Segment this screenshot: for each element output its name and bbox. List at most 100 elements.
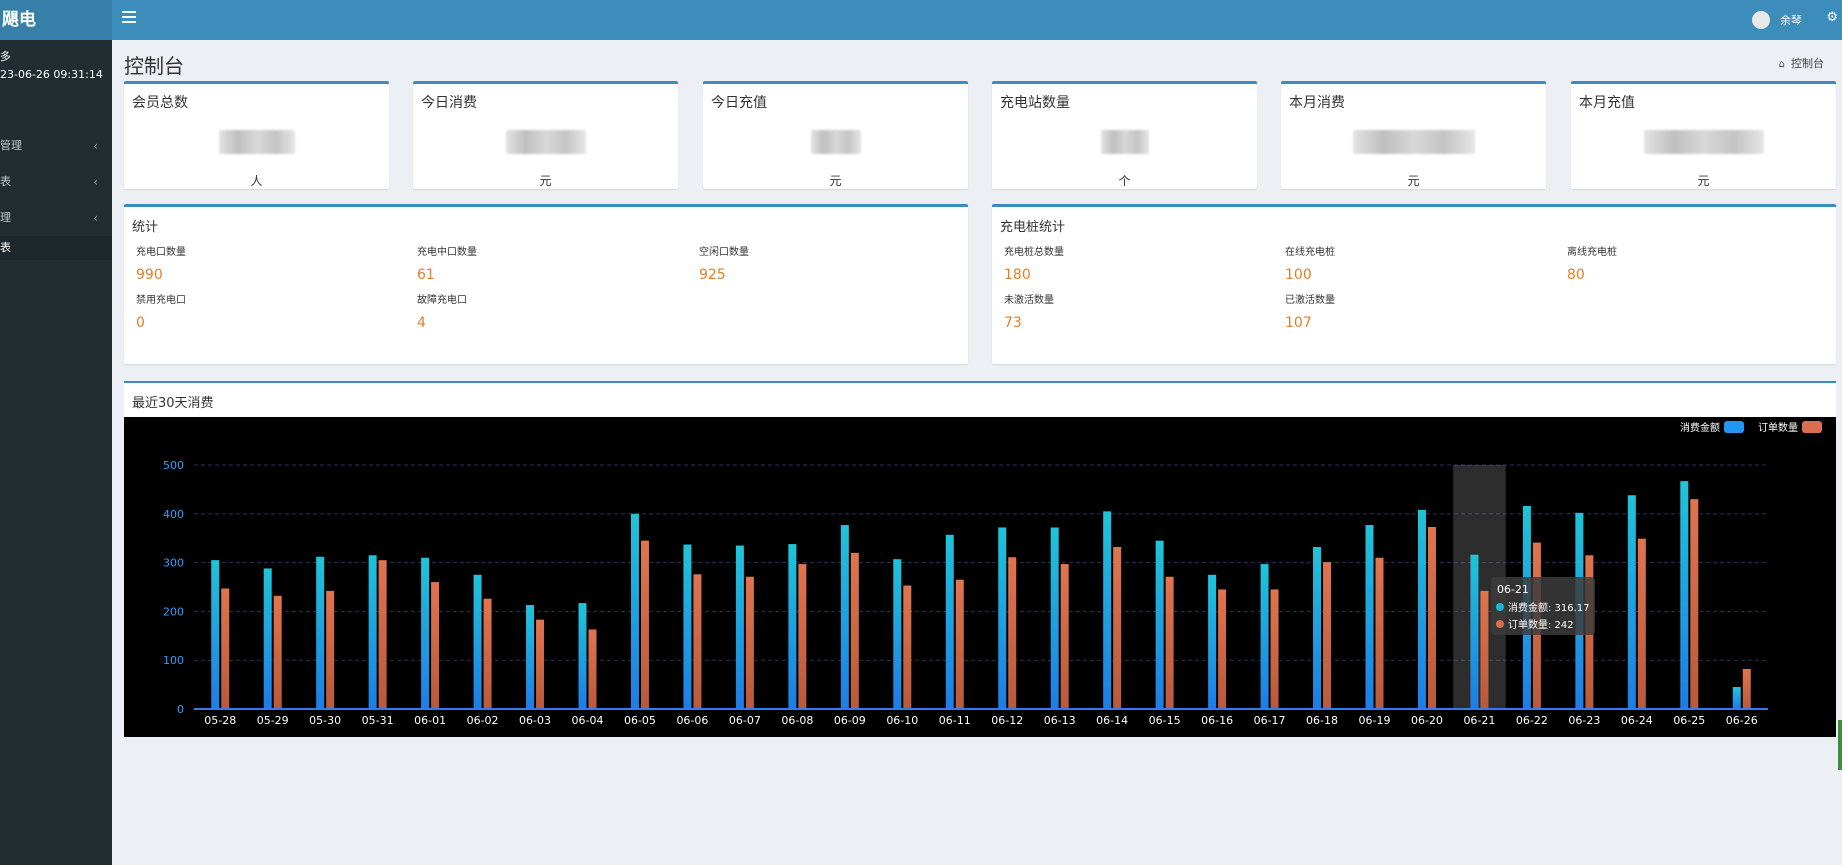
x-tick-label: 06-26: [1726, 714, 1758, 727]
bar-consumption: [263, 568, 272, 709]
brand-logo[interactable]: 飓电: [0, 0, 112, 40]
x-tick-label: 06-02: [467, 714, 499, 727]
x-tick-label: 06-17: [1254, 714, 1286, 727]
tooltip-row: 消费金额: 316.17: [1508, 601, 1590, 614]
bar-orders: [1637, 538, 1646, 709]
stat-value: 990: [136, 267, 163, 283]
x-tick-label: 06-04: [572, 714, 604, 727]
summary-card-unit: 元: [1407, 174, 1420, 188]
stat-item: 充电口数量 990: [136, 243, 186, 283]
stat-value: 925: [699, 267, 726, 283]
bar-orders: [1008, 557, 1017, 709]
bar-consumption: [1680, 481, 1689, 709]
sidebar: 飓电 多 23-06-26 09:31:14 管理 ‹ 表 ‹ 理 ‹ 表: [0, 0, 112, 865]
bar-consumption: [893, 559, 902, 709]
port-stats-panel: 统计 充电口数量 990 充电中口数量 61 空闲口数量 925 禁用充电口 0 故障充…: [124, 204, 968, 364]
bar-orders: [693, 574, 702, 709]
summary-card: 本月消费 元: [1281, 81, 1546, 189]
home-icon[interactable]: ⌂: [1779, 59, 1785, 70]
y-tick-label: 500: [163, 459, 184, 472]
x-tick-label: 05-28: [204, 714, 236, 727]
bar-orders: [1113, 546, 1122, 709]
consumption-chart-panel: 最近30天消费 0 100 200 300 400 500 05-28 05-29 05-30 0…: [124, 381, 1836, 737]
bar-orders: [1270, 589, 1279, 709]
bar-consumption: [1260, 564, 1269, 709]
bar-consumption: [683, 544, 692, 709]
sidebar-item-label: 理: [0, 211, 11, 224]
header-username[interactable]: 余琴: [1780, 12, 1802, 28]
breadcrumb: ⌂ 控制台: [1779, 55, 1824, 71]
bar-consumption: [1050, 527, 1059, 709]
stat-label: 充电中口数量: [417, 247, 477, 258]
bar-consumption: [1365, 525, 1374, 709]
bar-orders: [536, 619, 545, 709]
hamburger-icon[interactable]: [122, 11, 136, 25]
summary-card-unit: 人: [250, 174, 263, 188]
bar-consumption: [473, 574, 482, 709]
bar-orders: [850, 552, 859, 709]
legend-label: 消费金额: [1680, 421, 1720, 434]
x-tick-label: 06-07: [729, 714, 761, 727]
bar-orders: [483, 598, 492, 709]
legend-swatch: [1802, 421, 1822, 433]
bar-orders: [431, 582, 440, 709]
x-tick-label: 06-12: [991, 714, 1023, 727]
sidebar-item-4[interactable]: 表: [0, 236, 112, 260]
bar-orders: [326, 590, 335, 709]
sidebar-item-3[interactable]: 理 ‹: [0, 200, 112, 236]
sidebar-item-label: 表: [0, 241, 11, 254]
summary-card: 充电站数量 个: [992, 81, 1257, 189]
stat-label: 已激活数量: [1285, 295, 1335, 306]
x-tick-label: 06-15: [1149, 714, 1181, 727]
bar-orders: [1742, 668, 1751, 709]
bar-consumption: [526, 605, 535, 709]
bar-orders: [1323, 562, 1332, 709]
redacted-value: [1352, 130, 1475, 154]
summary-card-title: 本月消费: [1289, 95, 1345, 111]
bar-orders: [1690, 499, 1699, 709]
sidebar-item-1[interactable]: 管理 ‹: [0, 128, 112, 164]
bar-consumption: [1208, 574, 1217, 709]
bar-consumption: [1313, 546, 1322, 709]
chart-area: 0 100 200 300 400 500 05-28 05-29 05-30 05-31 06-0…: [124, 417, 1836, 737]
bar-orders: [955, 579, 964, 709]
y-tick-label: 300: [163, 557, 184, 570]
sidebar-item-2[interactable]: 表 ‹: [0, 164, 112, 200]
bar-chart[interactable]: 0 100 200 300 400 500 05-28 05-29 05-30 05-31 06-0…: [124, 417, 1836, 737]
summary-card: 会员总数 人: [124, 81, 389, 189]
bar-consumption: [211, 560, 220, 709]
avatar[interactable]: [1752, 11, 1770, 29]
stat-value: 107: [1285, 315, 1312, 331]
page-title: 控制台: [124, 54, 184, 78]
y-tick-label: 100: [163, 654, 184, 667]
stat-label: 故障充电口: [417, 295, 467, 306]
x-tick-label: 06-09: [834, 714, 866, 727]
bar-consumption: [1732, 687, 1741, 709]
x-tick-label: 06-11: [939, 714, 971, 727]
stat-item: 离线充电桩 80: [1567, 243, 1617, 283]
sidebar-login-time: 23-06-26 09:31:14: [0, 68, 103, 81]
x-tick-label: 06-20: [1411, 714, 1443, 727]
stat-label: 空闲口数量: [699, 247, 749, 258]
summary-card: 本月充值 元: [1571, 81, 1836, 189]
x-tick-label: 06-06: [676, 714, 708, 727]
x-tick-label: 06-05: [624, 714, 656, 727]
stat-value: 4: [417, 315, 426, 331]
bar-orders: [588, 629, 597, 709]
gears-icon[interactable]: ⚙: [1826, 10, 1838, 25]
stat-value: 80: [1567, 267, 1585, 283]
x-tick-label: 06-22: [1516, 714, 1548, 727]
y-tick-label: 200: [163, 605, 184, 618]
bar-consumption: [788, 544, 797, 709]
x-tick-label: 06-13: [1044, 714, 1076, 727]
panel-title: 统计: [132, 220, 159, 235]
chevron-left-icon: ‹: [93, 175, 98, 189]
stat-item: 禁用充电口 0: [136, 291, 186, 331]
breadcrumb-label[interactable]: 控制台: [1791, 57, 1824, 70]
bar-consumption: [421, 557, 430, 709]
bar-consumption: [578, 603, 587, 709]
y-tick-label: 400: [163, 508, 184, 521]
stat-value: 0: [136, 315, 145, 331]
bar-orders: [1427, 526, 1436, 709]
summary-card-title: 今日充值: [711, 95, 767, 111]
